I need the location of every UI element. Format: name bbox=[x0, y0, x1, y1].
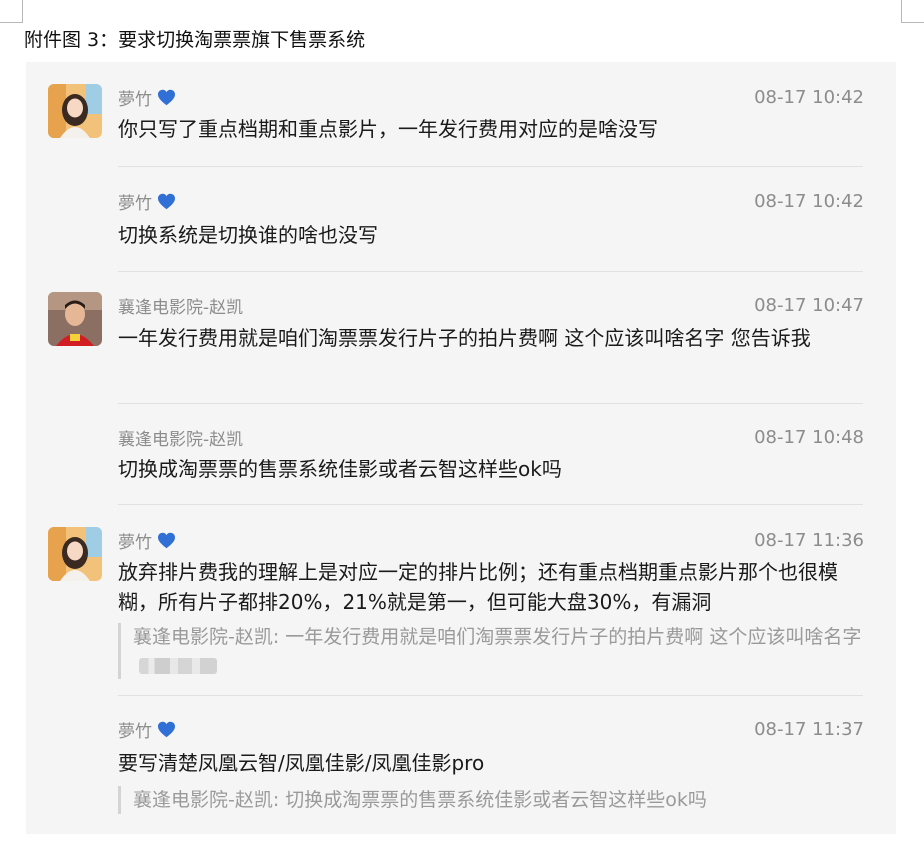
message-text[interactable]: 放弃排片费我的理解上是对应一定的排片比例；还有重点档期重点影片那个也很模糊，所有… bbox=[118, 557, 863, 617]
sender-name[interactable]: 襄逢电影院-赵凯 bbox=[118, 293, 243, 318]
heart-icon bbox=[158, 193, 175, 209]
quoted-message[interactable]: 襄逢电影院-赵凯: 一年发行费用就是咱们淘票票发行片子的拍片费啊 这个应该叫啥名… bbox=[118, 623, 873, 679]
chat-message[interactable]: 夢竹 08-17 10:42 切换系统是切换谁的啥也没写 bbox=[26, 167, 896, 271]
chat-message[interactable]: 夢竹 08-17 11:37 要写清楚凤凰云智/凤凰佳影/凤凰佳影pro 襄逢电… bbox=[26, 696, 896, 834]
chat-message[interactable]: 夢竹 08-17 10:42 你只写了重点档期和重点影片，一年发行费用对应的是啥… bbox=[26, 62, 896, 166]
message-text[interactable]: 一年发行费用就是咱们淘票票发行片子的拍片费啊 这个应该叫啥名字 您告诉我 bbox=[118, 323, 863, 353]
chat-panel[interactable]: 夢竹 08-17 10:42 你只写了重点档期和重点影片，一年发行费用对应的是啥… bbox=[26, 62, 896, 834]
sender-name[interactable]: 夢竹 bbox=[118, 189, 176, 214]
message-text[interactable]: 要写清楚凤凰云智/凤凰佳影/凤凰佳影pro bbox=[118, 748, 863, 778]
message-time: 08-17 11:36 bbox=[754, 529, 864, 551]
avatar-man-icon[interactable] bbox=[48, 292, 102, 346]
message-time: 08-17 10:47 bbox=[754, 294, 864, 316]
sender-name[interactable]: 夢竹 bbox=[118, 85, 176, 110]
page-corner-mark-left bbox=[0, 0, 23, 23]
chat-message[interactable]: 襄逢电影院-赵凯 08-17 10:48 切换成淘票票的售票系统佳影或者云智这样… bbox=[26, 404, 896, 504]
message-time: 08-17 10:48 bbox=[754, 426, 864, 448]
message-text[interactable]: 你只写了重点档期和重点影片，一年发行费用对应的是啥没写 bbox=[118, 114, 863, 144]
sender-name[interactable]: 襄逢电影院-赵凯 bbox=[118, 425, 243, 450]
heart-icon bbox=[158, 532, 175, 548]
avatar-woman-icon[interactable] bbox=[48, 84, 102, 138]
quoted-message[interactable]: 襄逢电影院-赵凯: 切换成淘票票的售票系统佳影或者云智这样些ok吗 bbox=[118, 786, 873, 814]
message-text[interactable]: 切换成淘票票的售票系统佳影或者云智这样些ok吗 bbox=[118, 454, 863, 484]
sender-name[interactable]: 夢竹 bbox=[118, 528, 176, 553]
page-corner-mark-right bbox=[901, 0, 924, 23]
message-time: 08-17 10:42 bbox=[754, 86, 864, 108]
heart-icon bbox=[158, 721, 175, 737]
message-text[interactable]: 切换系统是切换谁的啥也没写 bbox=[118, 220, 863, 250]
heart-icon bbox=[158, 89, 175, 105]
blurred-content bbox=[139, 657, 217, 674]
message-time: 08-17 10:42 bbox=[754, 190, 864, 212]
figure-caption: 附件图 3：要求切换淘票票旗下售票系统 bbox=[24, 29, 366, 51]
message-time: 08-17 11:37 bbox=[754, 718, 864, 740]
chat-message[interactable]: 夢竹 08-17 11:36 放弃排片费我的理解上是对应一定的排片比例；还有重点… bbox=[26, 505, 896, 695]
chat-message[interactable]: 襄逢电影院-赵凯 08-17 10:47 一年发行费用就是咱们淘票票发行片子的拍… bbox=[26, 272, 896, 402]
avatar-woman-icon[interactable] bbox=[48, 527, 102, 581]
sender-name[interactable]: 夢竹 bbox=[118, 717, 176, 742]
